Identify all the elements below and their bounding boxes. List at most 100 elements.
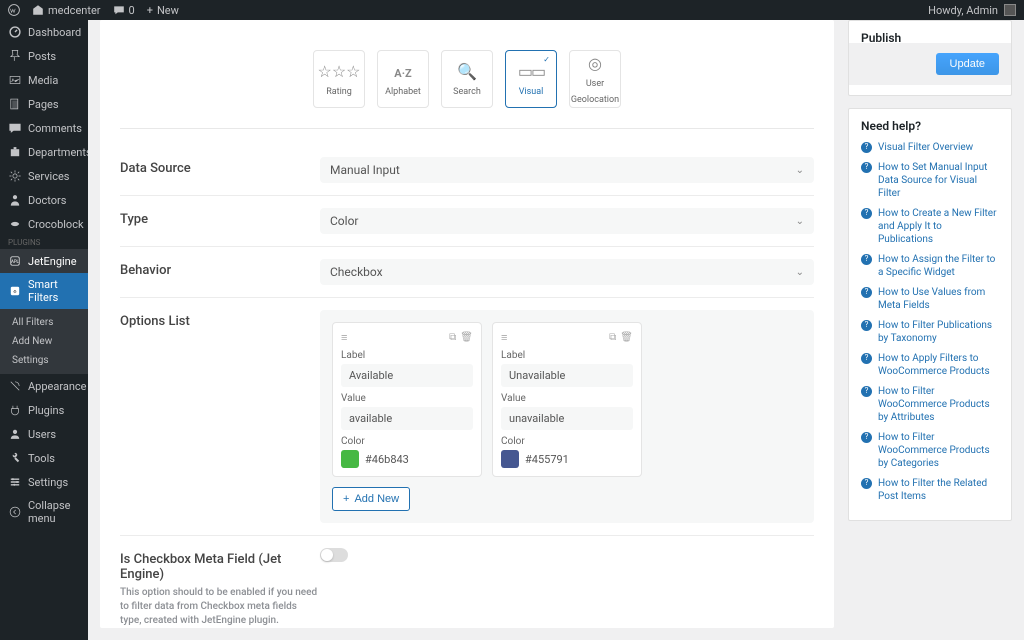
color-swatch[interactable] bbox=[341, 450, 359, 468]
drag-handle-icon[interactable]: ≡ bbox=[501, 331, 507, 344]
publish-panel: Publish Update bbox=[848, 20, 1012, 96]
option-label-input[interactable]: Unavailable bbox=[501, 364, 633, 387]
sidebar-item-settings[interactable]: Settings bbox=[0, 470, 88, 494]
help-link[interactable]: How to Create a New Filter and Apply It … bbox=[878, 207, 999, 246]
tab-visual[interactable]: ✓▭▭Visual bbox=[505, 50, 557, 108]
behavior-label: Behavior bbox=[120, 259, 320, 278]
plugin-icon bbox=[8, 403, 22, 417]
delete-icon[interactable]: 🗑 bbox=[620, 332, 633, 343]
sidebar-item-label: Departments bbox=[28, 146, 88, 159]
help-link[interactable]: Visual Filter Overview bbox=[878, 141, 973, 154]
user-menu[interactable]: Howdy, Admin bbox=[928, 4, 1016, 17]
checkbox-meta-label: Is Checkbox Meta Field (Jet Engine) bbox=[120, 552, 320, 582]
sidebar-item-media[interactable]: Media bbox=[0, 68, 88, 92]
option-label-input[interactable]: Available bbox=[341, 364, 473, 387]
sidebar-item-posts[interactable]: Posts bbox=[0, 44, 88, 68]
chevron-down-icon: ⌄ bbox=[796, 267, 804, 278]
sidebar-item-crocoblock[interactable]: Crocoblock bbox=[0, 212, 88, 236]
tab-label: Visual bbox=[519, 87, 544, 97]
color-swatch[interactable] bbox=[501, 450, 519, 468]
option-card: ≡ ⧉ 🗑 Label Unavailable Value unavailable Color… bbox=[492, 322, 642, 477]
sidebar-item-pages[interactable]: Pages bbox=[0, 92, 88, 116]
sidebar-item-appearance[interactable]: Appearance bbox=[0, 374, 88, 398]
option-value-input[interactable]: available bbox=[341, 407, 473, 430]
help-link[interactable]: How to Assign the Filter to a Specific W… bbox=[878, 253, 999, 279]
help-link[interactable]: How to Use Values from Meta Fields bbox=[878, 286, 999, 312]
sidebar-sub-add-new[interactable]: Add New bbox=[0, 332, 88, 351]
help-link[interactable]: How to Apply Filters to WooCommerce Prod… bbox=[878, 352, 999, 378]
comments-count[interactable]: 0 bbox=[113, 4, 135, 17]
sidebar-sub-settings[interactable]: Settings bbox=[0, 351, 88, 370]
sidebar-item-collapse-menu[interactable]: Collapse menu bbox=[0, 494, 88, 530]
tab-user[interactable]: ◎UserGeolocation bbox=[569, 50, 621, 108]
sidebar-item-comments[interactable]: Comments bbox=[0, 116, 88, 140]
sidebar-item-label: Comments bbox=[28, 122, 82, 135]
sidebar-item-label: Dashboard bbox=[28, 26, 81, 39]
data-source-select[interactable]: Manual Input⌄ bbox=[320, 157, 814, 183]
sidebar-item-plugins[interactable]: Plugins bbox=[0, 398, 88, 422]
sidebar-item-label: Media bbox=[28, 74, 58, 87]
help-title: Need help? bbox=[861, 119, 999, 133]
sidebar-item-jetengine[interactable]: APLJetEngine bbox=[0, 249, 88, 273]
wp-logo[interactable] bbox=[8, 4, 20, 16]
tab-search[interactable]: 🔍Search bbox=[441, 50, 493, 108]
sidebar-sub-all-filters[interactable]: All Filters bbox=[0, 313, 88, 332]
tab-rating[interactable]: ☆☆☆Rating bbox=[313, 50, 365, 108]
help-icon: ? bbox=[861, 353, 872, 364]
croco-icon bbox=[8, 217, 22, 231]
help-icon: ? bbox=[861, 254, 872, 265]
help-link[interactable]: How to Filter the Related Post Items bbox=[878, 477, 999, 503]
tab-label: Alphabet bbox=[385, 87, 421, 97]
option-value-input[interactable]: unavailable bbox=[501, 407, 633, 430]
tab-label: User bbox=[586, 79, 604, 89]
sidebar-item-label: Plugins bbox=[28, 404, 64, 417]
sidebar-item-departments[interactable]: Departments bbox=[0, 140, 88, 164]
help-icon: ? bbox=[861, 432, 872, 443]
type-label: Type bbox=[120, 208, 320, 227]
behavior-select[interactable]: Checkbox⌄ bbox=[320, 259, 814, 285]
copy-icon[interactable]: ⧉ bbox=[609, 332, 616, 343]
collapse-icon bbox=[8, 505, 22, 519]
update-button[interactable]: Update bbox=[936, 53, 999, 75]
sidebar-item-smart-filters[interactable]: ⚙Smart Filters bbox=[0, 273, 88, 309]
site-name[interactable]: medcenter bbox=[32, 4, 101, 17]
tab-icon: ☆☆☆ bbox=[317, 62, 360, 81]
sidebar-item-label: Collapse menu bbox=[28, 499, 80, 525]
sidebar-item-label: Pages bbox=[28, 98, 59, 111]
color-hex: #455791 bbox=[525, 453, 569, 466]
chevron-down-icon: ⌄ bbox=[796, 216, 804, 227]
option-label-label: Label bbox=[501, 350, 633, 361]
delete-icon[interactable]: 🗑 bbox=[460, 332, 473, 343]
option-color-label: Color bbox=[341, 436, 473, 447]
help-icon: ? bbox=[861, 142, 872, 153]
option-value-label: Value bbox=[501, 393, 633, 404]
help-link[interactable]: How to Filter Publications by Taxonomy bbox=[878, 319, 999, 345]
sidebar-item-label: Smart Filters bbox=[28, 278, 80, 304]
tab-icon: A·Z bbox=[394, 62, 411, 81]
add-option-button[interactable]: + Add New bbox=[332, 487, 410, 511]
sidebar-item-dashboard[interactable]: Dashboard bbox=[0, 20, 88, 44]
tools-icon bbox=[8, 451, 22, 465]
help-panel: Need help? ? Visual Filter Overview? How t… bbox=[848, 108, 1012, 521]
copy-icon[interactable]: ⧉ bbox=[449, 332, 456, 343]
help-icon: ? bbox=[861, 478, 872, 489]
type-select[interactable]: Color⌄ bbox=[320, 208, 814, 234]
admin-sidebar: Dashboard Posts Media Pages Comments Departme… bbox=[0, 20, 88, 640]
option-color-label: Color bbox=[501, 436, 633, 447]
new-content[interactable]: + New bbox=[147, 4, 179, 17]
tab-icon: ◎ bbox=[588, 54, 602, 73]
sidebar-item-label: Settings bbox=[28, 476, 68, 489]
sidebar-item-users[interactable]: Users bbox=[0, 422, 88, 446]
help-link[interactable]: How to Filter WooCommerce Products by At… bbox=[878, 385, 999, 424]
checkbox-meta-toggle[interactable] bbox=[320, 548, 348, 562]
tab-alphabet[interactable]: A·Z Alphabet bbox=[377, 50, 429, 108]
sidebar-item-tools[interactable]: Tools bbox=[0, 446, 88, 470]
sidebar-item-doctors[interactable]: Doctors bbox=[0, 188, 88, 212]
sidebar-item-services[interactable]: Services bbox=[0, 164, 88, 188]
help-link[interactable]: How to Set Manual Input Data Source for … bbox=[878, 161, 999, 200]
svg-text:APL: APL bbox=[11, 260, 19, 265]
help-link[interactable]: How to Filter WooCommerce Products by Ca… bbox=[878, 431, 999, 470]
drag-handle-icon[interactable]: ≡ bbox=[341, 331, 347, 344]
checkbox-meta-help: This option should to be enabled if you … bbox=[120, 586, 320, 628]
help-icon: ? bbox=[861, 320, 872, 331]
